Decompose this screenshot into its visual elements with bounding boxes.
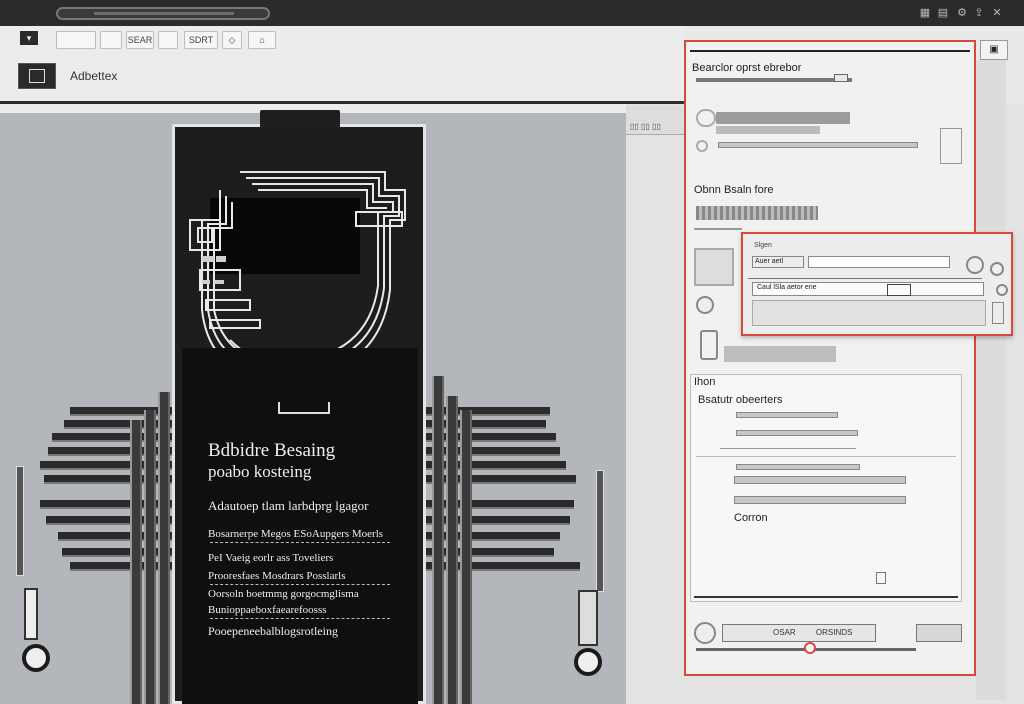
footer-field[interactable]: OSAR ORSINDS xyxy=(722,624,876,642)
poster-line: Pooepeneebalblogsrotleing xyxy=(208,624,338,638)
thumbnail[interactable] xyxy=(694,248,734,286)
popup-scroll[interactable] xyxy=(992,302,1004,324)
popup-search-icon[interactable] xyxy=(966,256,984,274)
wheel-left xyxy=(22,644,50,672)
poster-subtitle: Adautoep tlam larbdprg lgagor xyxy=(208,498,369,513)
toolbar-button-3[interactable]: SEAR xyxy=(126,31,154,49)
stand-leg-left xyxy=(24,588,38,640)
section3-field[interactable] xyxy=(736,430,858,436)
poster-title-line1: Bdbidre Besaing xyxy=(208,440,336,461)
section3-subtitle: Bsatutr obeerters xyxy=(698,394,783,406)
title-bar: ▦ ▤ ⚙ ⇪ ✕ xyxy=(0,0,1024,26)
slider-handle[interactable] xyxy=(834,74,848,82)
decor-pipe xyxy=(432,376,444,704)
decor-pipe xyxy=(446,396,458,704)
toolbar-button-4[interactable] xyxy=(158,31,178,49)
section1-title: Bearclor oprst ebrebor xyxy=(692,62,802,74)
poster-handle[interactable] xyxy=(260,110,340,128)
decor-bar xyxy=(70,562,172,571)
toolbar-button-1[interactable] xyxy=(56,31,96,49)
radio-icon[interactable] xyxy=(696,140,708,152)
popup-row-toggle[interactable] xyxy=(887,284,911,296)
section3-field[interactable] xyxy=(734,496,906,504)
section1-bar xyxy=(716,126,820,134)
section3-box xyxy=(690,374,962,602)
tag-icon[interactable]: ⌂ xyxy=(248,31,276,49)
decor-pipe xyxy=(158,392,170,704)
stand-leg-right xyxy=(578,590,598,646)
address-bar[interactable] xyxy=(56,7,270,20)
section1-box[interactable] xyxy=(940,128,962,164)
poster-divider xyxy=(210,584,390,586)
section3-field[interactable] xyxy=(734,476,906,484)
circle-icon[interactable] xyxy=(696,296,714,314)
decor-pipe xyxy=(130,420,142,704)
toolbar-button-5[interactable]: SDRT xyxy=(184,31,218,49)
progress-handle[interactable] xyxy=(804,642,816,654)
lock-icon[interactable] xyxy=(876,572,886,584)
panel-scrollbar[interactable] xyxy=(976,60,1006,700)
poster-line: Oorsoln boetmmg gorgocmglisma xyxy=(208,588,359,600)
footer-button[interactable]: ORSINDS xyxy=(816,628,852,637)
section2-bar xyxy=(724,346,836,362)
decor-pipe xyxy=(144,410,156,704)
poster-title-line2: poabo kosteing xyxy=(208,462,312,481)
decor-bar xyxy=(426,407,550,416)
window-icon[interactable]: ▤ xyxy=(936,7,950,19)
footer-label: OSAR xyxy=(773,628,796,637)
section2-swatch[interactable] xyxy=(696,206,818,220)
section3-field[interactable] xyxy=(736,464,860,470)
poster-divider xyxy=(210,618,390,620)
popup-info-icon[interactable] xyxy=(996,284,1008,296)
handle-icon[interactable] xyxy=(700,330,718,360)
popup-input[interactable] xyxy=(808,256,950,268)
toolbar-button-2[interactable] xyxy=(100,31,122,49)
section3-field[interactable] xyxy=(736,412,838,418)
popup-label: Slgen xyxy=(754,242,772,249)
close-icon[interactable]: ✕ xyxy=(990,7,1004,19)
section3-title: Ihon xyxy=(694,376,716,388)
decor-bar xyxy=(70,407,172,416)
section2-divider xyxy=(694,228,742,238)
popup-settings-icon[interactable] xyxy=(990,262,1004,276)
footer-circle-icon[interactable] xyxy=(694,622,716,644)
app-name: Adbettex xyxy=(70,69,118,83)
menu-icon[interactable]: ▾ xyxy=(20,31,38,45)
stand-pole-left xyxy=(16,466,24,576)
footer-action-button[interactable] xyxy=(916,624,962,642)
decor-pipe xyxy=(460,410,472,704)
section3-divider xyxy=(720,448,856,449)
poster-line: Prooresfaes Mosdrars Posslarls xyxy=(208,570,346,582)
poster-line: Bosarnerpe Megos ESoAupgers Moerls xyxy=(208,528,384,540)
decor-bar xyxy=(426,420,546,429)
poster-line: PeI Vaeig eorlr ass Toveliers xyxy=(208,552,334,564)
settings-icon[interactable]: ⚙ xyxy=(955,7,969,19)
section3-divider xyxy=(696,456,956,457)
panel-divider xyxy=(690,50,970,52)
section1-slider[interactable] xyxy=(696,78,852,82)
share-icon[interactable]: ⇪ xyxy=(972,7,986,19)
poster-divider xyxy=(210,542,390,544)
popup-divider xyxy=(748,278,982,279)
popup-field-label: Auer aetl xyxy=(752,256,804,268)
section1-field[interactable] xyxy=(718,142,918,148)
poster-clip xyxy=(278,402,330,414)
popup-area[interactable] xyxy=(752,300,986,326)
toggle-icon[interactable] xyxy=(696,109,716,127)
panel-tabs[interactable]: ▯▯ ▯▯ ▯▯ xyxy=(626,106,684,135)
app-icon[interactable] xyxy=(18,63,56,89)
confirm-label[interactable]: Corron xyxy=(734,512,768,524)
section2-title: Obnn Bsaln fore xyxy=(694,184,774,196)
shield-icon[interactable]: ◇ xyxy=(222,31,242,49)
popup-row[interactable]: Caul lSla aetor ene xyxy=(752,282,984,296)
poster-line: Bunioppaeboxfaearefoosss xyxy=(208,604,327,616)
collapse-icon[interactable]: ▣ xyxy=(980,40,1008,60)
stand-pole-right xyxy=(596,470,604,592)
section3-footer-line xyxy=(694,588,958,598)
wheel-right xyxy=(574,648,602,676)
grid-icon[interactable]: ▦ xyxy=(918,7,932,19)
section1-bar xyxy=(716,112,850,124)
popup-row-label: Caul lSla aetor ene xyxy=(757,284,817,291)
